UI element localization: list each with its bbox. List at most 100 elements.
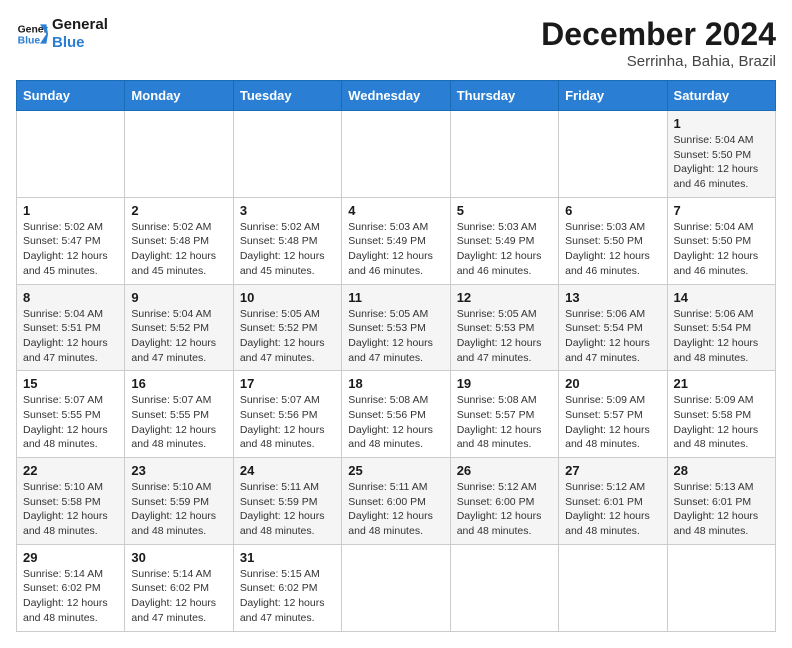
week-row-4: 22 Sunrise: 5:10 AMSunset: 5:58 PMDayligh… xyxy=(17,458,776,545)
day-info: Sunrise: 5:03 AMSunset: 5:50 PMDaylight:… xyxy=(565,220,660,279)
day-info: Sunrise: 5:03 AMSunset: 5:49 PMDaylight:… xyxy=(457,220,552,279)
day-number: 20 xyxy=(565,376,660,391)
day-number: 21 xyxy=(674,376,769,391)
day-number: 30 xyxy=(131,550,226,565)
calendar-cell: 7 Sunrise: 5:04 AMSunset: 5:50 PMDaylight… xyxy=(667,197,775,284)
calendar-cell: 20 Sunrise: 5:09 AMSunset: 5:57 PMDayligh… xyxy=(559,371,667,458)
calendar-cell xyxy=(667,544,775,631)
day-number: 3 xyxy=(240,203,335,218)
day-number: 11 xyxy=(348,290,443,305)
day-number: 31 xyxy=(240,550,335,565)
day-info: Sunrise: 5:09 AMSunset: 5:58 PMDaylight:… xyxy=(674,393,769,452)
calendar-cell xyxy=(559,544,667,631)
day-number: 1 xyxy=(23,203,118,218)
calendar-cell xyxy=(450,111,558,198)
calendar-cell: 1 Sunrise: 5:02 AMSunset: 5:47 PMDaylight… xyxy=(17,197,125,284)
day-number: 15 xyxy=(23,376,118,391)
header-day-tuesday: Tuesday xyxy=(233,81,341,111)
calendar-cell: 10 Sunrise: 5:05 AMSunset: 5:52 PMDayligh… xyxy=(233,284,341,371)
calendar-cell xyxy=(17,111,125,198)
day-number: 17 xyxy=(240,376,335,391)
calendar-cell: 5Sunrise: 5:03 AMSunset: 5:49 PMDaylight… xyxy=(450,197,558,284)
day-number: 29 xyxy=(23,550,118,565)
calendar-cell xyxy=(342,111,450,198)
week-row-1: 1 Sunrise: 5:02 AMSunset: 5:47 PMDaylight… xyxy=(17,197,776,284)
day-info: Sunrise: 5:04 AMSunset: 5:50 PMDaylight:… xyxy=(674,133,769,192)
logo: General Blue General Blue xyxy=(16,16,108,52)
day-number: 25 xyxy=(348,463,443,478)
header-day-saturday: Saturday xyxy=(667,81,775,111)
day-info: Sunrise: 5:13 AMSunset: 6:01 PMDaylight:… xyxy=(674,480,769,539)
week-row-0: 1 Sunrise: 5:04 AMSunset: 5:50 PMDaylight… xyxy=(17,111,776,198)
day-info: Sunrise: 5:15 AMSunset: 6:02 PMDaylight:… xyxy=(240,567,335,626)
week-row-3: 15 Sunrise: 5:07 AMSunset: 5:55 PMDayligh… xyxy=(17,371,776,458)
calendar-cell xyxy=(342,544,450,631)
logo-line2: Blue xyxy=(52,34,108,52)
day-info: Sunrise: 5:05 AMSunset: 5:53 PMDaylight:… xyxy=(457,307,552,366)
day-info: Sunrise: 5:02 AMSunset: 5:47 PMDaylight:… xyxy=(23,220,118,279)
logo-icon: General Blue xyxy=(16,18,48,50)
day-number: 4 xyxy=(348,203,443,218)
day-number: 22 xyxy=(23,463,118,478)
day-info: Sunrise: 5:08 AMSunset: 5:57 PMDaylight:… xyxy=(457,393,552,452)
page-title: December 2024 xyxy=(541,16,776,53)
day-number: 19 xyxy=(457,376,552,391)
calendar-cell: 19 Sunrise: 5:08 AMSunset: 5:57 PMDayligh… xyxy=(450,371,558,458)
day-info: Sunrise: 5:07 AMSunset: 5:55 PMDaylight:… xyxy=(23,393,118,452)
day-number: 13 xyxy=(565,290,660,305)
day-info: Sunrise: 5:11 AMSunset: 6:00 PMDaylight:… xyxy=(348,480,443,539)
calendar-cell: 31 Sunrise: 5:15 AMSunset: 6:02 PMDayligh… xyxy=(233,544,341,631)
calendar-table: SundayMondayTuesdayWednesdayThursdayFrid… xyxy=(16,80,776,632)
calendar-cell xyxy=(125,111,233,198)
day-info: Sunrise: 5:07 AMSunset: 5:55 PMDaylight:… xyxy=(131,393,226,452)
day-info: Sunrise: 5:04 AMSunset: 5:51 PMDaylight:… xyxy=(23,307,118,366)
calendar-cell: 25 Sunrise: 5:11 AMSunset: 6:00 PMDayligh… xyxy=(342,458,450,545)
day-number: 16 xyxy=(131,376,226,391)
calendar-cell: 23Sunrise: 5:10 AMSunset: 5:59 PMDayligh… xyxy=(125,458,233,545)
day-info: Sunrise: 5:04 AMSunset: 5:52 PMDaylight:… xyxy=(131,307,226,366)
day-info: Sunrise: 5:02 AMSunset: 5:48 PMDaylight:… xyxy=(240,220,335,279)
day-info: Sunrise: 5:04 AMSunset: 5:50 PMDaylight:… xyxy=(674,220,769,279)
day-number: 28 xyxy=(674,463,769,478)
day-number: 24 xyxy=(240,463,335,478)
calendar-cell: 9 Sunrise: 5:04 AMSunset: 5:52 PMDaylight… xyxy=(125,284,233,371)
header-day-wednesday: Wednesday xyxy=(342,81,450,111)
day-info: Sunrise: 5:03 AMSunset: 5:49 PMDaylight:… xyxy=(348,220,443,279)
logo-line1: General xyxy=(52,16,108,34)
day-number: 12 xyxy=(457,290,552,305)
header-day-sunday: Sunday xyxy=(17,81,125,111)
calendar-cell xyxy=(233,111,341,198)
calendar-cell: 28 Sunrise: 5:13 AMSunset: 6:01 PMDayligh… xyxy=(667,458,775,545)
header-row: SundayMondayTuesdayWednesdayThursdayFrid… xyxy=(17,81,776,111)
calendar-cell: 6 Sunrise: 5:03 AMSunset: 5:50 PMDaylight… xyxy=(559,197,667,284)
calendar-cell: 22 Sunrise: 5:10 AMSunset: 5:58 PMDayligh… xyxy=(17,458,125,545)
calendar-cell: 2Sunrise: 5:02 AMSunset: 5:48 PMDaylight… xyxy=(125,197,233,284)
header-day-monday: Monday xyxy=(125,81,233,111)
day-info: Sunrise: 5:10 AMSunset: 5:58 PMDaylight:… xyxy=(23,480,118,539)
calendar-cell: 17 Sunrise: 5:07 AMSunset: 5:56 PMDayligh… xyxy=(233,371,341,458)
day-number: 18 xyxy=(348,376,443,391)
calendar-cell: 21 Sunrise: 5:09 AMSunset: 5:58 PMDayligh… xyxy=(667,371,775,458)
calendar-cell: 16 Sunrise: 5:07 AMSunset: 5:55 PMDayligh… xyxy=(125,371,233,458)
page-subtitle: Serrinha, Bahia, Brazil xyxy=(541,53,776,70)
day-number: 2 xyxy=(131,203,226,218)
header-day-friday: Friday xyxy=(559,81,667,111)
day-number: 10 xyxy=(240,290,335,305)
day-number: 7 xyxy=(674,203,769,218)
calendar-cell: 18Sunrise: 5:08 AMSunset: 5:56 PMDayligh… xyxy=(342,371,450,458)
day-info: Sunrise: 5:12 AMSunset: 6:01 PMDaylight:… xyxy=(565,480,660,539)
calendar-cell: 8 Sunrise: 5:04 AMSunset: 5:51 PMDaylight… xyxy=(17,284,125,371)
header-day-thursday: Thursday xyxy=(450,81,558,111)
day-info: Sunrise: 5:05 AMSunset: 5:52 PMDaylight:… xyxy=(240,307,335,366)
day-info: Sunrise: 5:07 AMSunset: 5:56 PMDaylight:… xyxy=(240,393,335,452)
calendar-cell: 12 Sunrise: 5:05 AMSunset: 5:53 PMDayligh… xyxy=(450,284,558,371)
calendar-cell: 4 Sunrise: 5:03 AMSunset: 5:49 PMDaylight… xyxy=(342,197,450,284)
day-info: Sunrise: 5:09 AMSunset: 5:57 PMDaylight:… xyxy=(565,393,660,452)
calendar-cell: 30Sunrise: 5:14 AMSunset: 6:02 PMDayligh… xyxy=(125,544,233,631)
day-number: 8 xyxy=(23,290,118,305)
day-number: 6 xyxy=(565,203,660,218)
day-number: 1 xyxy=(674,116,769,131)
day-number: 26 xyxy=(457,463,552,478)
day-number: 9 xyxy=(131,290,226,305)
day-info: Sunrise: 5:06 AMSunset: 5:54 PMDaylight:… xyxy=(674,307,769,366)
